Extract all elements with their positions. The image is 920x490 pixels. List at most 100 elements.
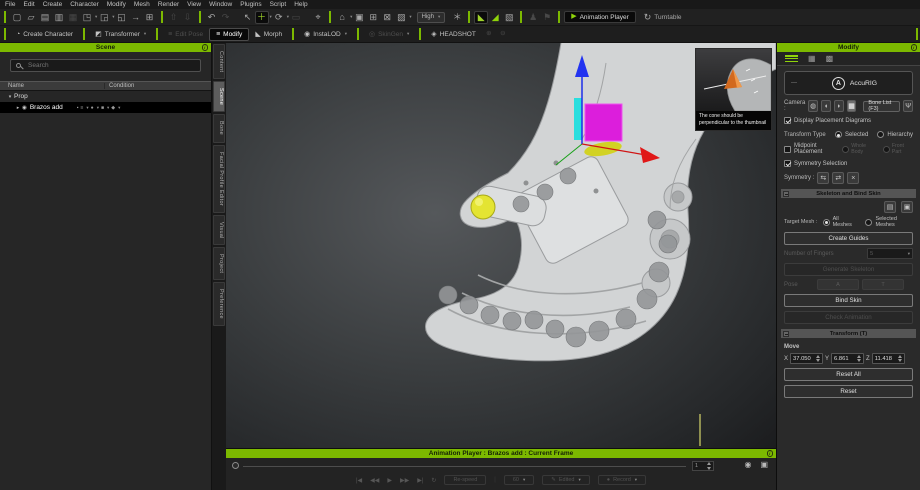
menu-item-edit[interactable]: Edit	[23, 1, 34, 8]
fingers-dropdown[interactable]: 5	[867, 248, 913, 259]
character-pose-icon[interactable]: ♟	[526, 10, 540, 24]
fps-dropdown[interactable]: 60	[503, 475, 535, 485]
bone-list-button[interactable]: Bone List (F3)	[863, 100, 901, 112]
search-input[interactable]	[26, 61, 195, 70]
collapse-box-icon[interactable]	[783, 330, 789, 337]
y-spinner[interactable]	[857, 354, 862, 363]
instalod-button[interactable]: ◉ InstaLOD	[298, 28, 353, 41]
frame-spinner[interactable]	[707, 462, 711, 470]
snapshot-icon[interactable]: ▣	[760, 460, 768, 469]
go-to-end-button[interactable]: ▶|	[417, 477, 423, 484]
render-video-icon[interactable]: ◉	[744, 460, 751, 469]
transform-type-hierarchy-radio[interactable]	[877, 131, 885, 138]
play-button[interactable]: ▶	[387, 477, 392, 484]
pack-project-icon[interactable]: ▦	[66, 10, 80, 24]
mirror-x-icon[interactable]: ⇆	[817, 172, 830, 184]
collapse-box-icon[interactable]	[783, 190, 789, 197]
new-project-icon[interactable]: ▢	[10, 10, 24, 24]
open-project-icon[interactable]: ▱	[24, 10, 38, 24]
tab-visual[interactable]: Visual	[213, 214, 225, 246]
wireframe-icon[interactable]: ▨	[394, 10, 408, 24]
mirror-z-icon[interactable]: ⇄	[832, 172, 845, 184]
menu-item-character[interactable]: Character	[70, 1, 99, 8]
column-name[interactable]: Name	[0, 83, 105, 89]
menu-item-plugins[interactable]: Plugins	[240, 1, 261, 8]
skingen-button[interactable]: ◎ SkinGen	[363, 28, 415, 41]
pose-a-button[interactable]: A	[817, 279, 859, 290]
gizmo-plane-xy[interactable]	[584, 103, 623, 142]
quality-dropdown[interactable]: High	[416, 11, 446, 23]
load-guides-icon[interactable]: ▣	[901, 201, 913, 213]
accurig-bar[interactable]: — A AccuRIG	[784, 71, 913, 95]
save-as-icon[interactable]: ▥	[52, 10, 66, 24]
edit-pose-button[interactable]: ≡ Edit Pose	[162, 28, 209, 41]
flag-icon[interactable]: ⚑	[540, 10, 554, 24]
collapse-dash-icon[interactable]: —	[791, 80, 797, 86]
save-guides-icon[interactable]: ▤	[884, 201, 896, 213]
zoom-in-icon[interactable]: ⊕	[482, 27, 496, 41]
display-placement-checkbox[interactable]	[784, 117, 791, 124]
transform-type-selected-radio[interactable]	[834, 131, 842, 138]
camera-custom-icon[interactable]: ▦	[846, 100, 857, 112]
show-mesh-icon[interactable]: ◣	[474, 10, 489, 24]
front-part-radio[interactable]	[882, 145, 890, 153]
reset-all-button[interactable]: Reset All	[784, 368, 913, 381]
tab-content[interactable]: Content	[213, 44, 225, 80]
condition-icon-2[interactable]: ≡	[80, 105, 83, 111]
edit-motion-button[interactable]: ✎ Edited	[542, 475, 590, 485]
embed-media-icon[interactable]: ⊞	[143, 10, 157, 24]
tab-project[interactable]: Project	[213, 247, 225, 281]
record-button[interactable]: ● Record	[597, 475, 647, 485]
reset-button[interactable]: Reset	[784, 385, 913, 398]
menu-item-modify[interactable]: Modify	[107, 1, 126, 8]
transformer-button[interactable]: ◩ Transformer	[89, 28, 152, 41]
export-obj-icon[interactable]: ◳	[80, 10, 94, 24]
whole-body-radio[interactable]	[842, 145, 850, 153]
condition-icon-1[interactable]: ▪	[77, 105, 79, 111]
upload-icon[interactable]: ⇧	[167, 10, 181, 24]
transform-section-header[interactable]: Transform (T)	[781, 329, 916, 338]
modify-mode-button[interactable]: ≡ Modify	[209, 27, 250, 41]
all-meshes-radio[interactable]	[822, 218, 830, 226]
gizmo-plane-yz[interactable]	[574, 98, 582, 140]
focus-tool-icon[interactable]: ⌖	[311, 10, 325, 24]
loop-toggle-icon[interactable]: ↻	[431, 477, 436, 484]
display-placement-row[interactable]: Display Placement Diagrams	[777, 115, 920, 126]
save-project-icon[interactable]: ▤	[38, 10, 52, 24]
camera-right-hand-icon[interactable]: ◗	[833, 100, 844, 112]
bind-skin-button[interactable]: Bind Skin	[784, 294, 913, 307]
visibility-eye-icon[interactable]: ◉	[22, 105, 27, 111]
timeline-track[interactable]	[243, 466, 686, 467]
column-condition[interactable]: Condition	[105, 83, 211, 89]
x-spinner[interactable]	[816, 354, 821, 363]
attribute-list-icon[interactable]	[785, 54, 798, 63]
info-icon[interactable]	[201, 44, 208, 51]
menu-item-script[interactable]: Script	[270, 1, 287, 8]
timeline-scrubber-handle[interactable]	[232, 462, 239, 469]
menu-item-create[interactable]: Create	[43, 1, 63, 8]
viewport-3d[interactable]: The cone should be perpendicular to the …	[226, 43, 776, 448]
previous-frame-button[interactable]: ◀◀	[370, 477, 379, 484]
check-animation-button[interactable]: Check Animation	[784, 311, 913, 324]
tree-row-prop[interactable]: ▾ Prop	[0, 91, 211, 102]
headshot-button[interactable]: ◈ HEADSHOT	[425, 28, 482, 41]
select-tool-icon[interactable]: ↖	[241, 10, 255, 24]
menu-item-help[interactable]: Help	[294, 1, 307, 8]
send-to-icon[interactable]: →	[129, 10, 143, 24]
create-guides-button[interactable]: Create Guides	[784, 232, 913, 245]
morph-button[interactable]: ◣ Morph	[249, 28, 288, 41]
selected-meshes-radio[interactable]	[865, 218, 873, 226]
tab-scene[interactable]: Scene	[213, 81, 225, 113]
redo-icon[interactable]: ↷	[219, 10, 233, 24]
next-frame-button[interactable]: ▶▶	[400, 477, 409, 484]
zoom-out-icon[interactable]: ⊖	[496, 27, 510, 41]
condition-icon-5[interactable]: ◆	[111, 105, 115, 111]
tree-row-brazos-add[interactable]: ▸ ◉ Brazos add ▪ ≡ ● ■ ◆	[0, 102, 211, 113]
scene-search-box[interactable]	[10, 59, 201, 72]
frame-selected-icon[interactable]: ⊠	[380, 10, 394, 24]
camera-left-hand-icon[interactable]: ◖	[821, 100, 831, 112]
menu-item-file[interactable]: File	[5, 1, 15, 8]
move-z-field[interactable]: 11.418	[871, 353, 905, 364]
midpoint-checkbox[interactable]	[784, 145, 791, 153]
condition-icon-4[interactable]: ■	[101, 105, 104, 111]
